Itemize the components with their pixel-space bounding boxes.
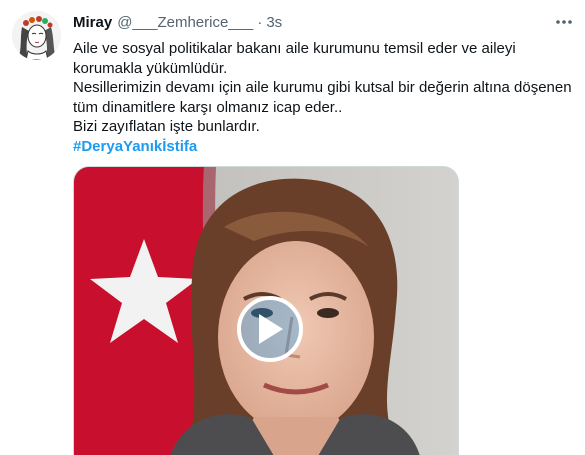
video-thumbnail[interactable] bbox=[73, 166, 459, 455]
tweet-line: tüm dinamitlere karşı olmanız icap eder.… bbox=[73, 98, 343, 116]
hashtag-link[interactable]: #DeryaYanıkİstifa bbox=[73, 138, 197, 155]
play-icon bbox=[259, 314, 283, 344]
tweet-line: korumakla yükümlüdür. bbox=[73, 59, 228, 77]
tweet-line: Aile ve sosyal politikalar bakanı aile k… bbox=[73, 40, 516, 57]
tweet-header: Miray @___Zemherice___ · 3s bbox=[73, 12, 573, 32]
separator-dot: · bbox=[257, 13, 263, 31]
timestamp[interactable]: 3s bbox=[266, 14, 282, 31]
play-button[interactable] bbox=[237, 296, 303, 362]
tweet-article[interactable]: Miray @___Zemherice___ · 3s Aile ve sosy… bbox=[0, 0, 585, 455]
more-options-button[interactable] bbox=[553, 12, 575, 32]
avatar[interactable] bbox=[12, 11, 61, 60]
display-name[interactable]: Miray bbox=[73, 14, 112, 31]
tweet-text: Aile ve sosyal politikalar bakanı aile k… bbox=[73, 39, 573, 157]
user-handle[interactable]: @___Zemherice___ bbox=[117, 14, 253, 31]
tweet-line: Bizi zayıflatan işte bunlardır. bbox=[73, 118, 260, 136]
tweet-line: Nesillerimizin devamı için aile kurumu g… bbox=[73, 79, 572, 97]
avatar-illustration bbox=[12, 11, 61, 60]
tweet-body: Miray @___Zemherice___ · 3s Aile ve sosy… bbox=[73, 12, 573, 157]
more-dots-icon bbox=[556, 20, 572, 24]
